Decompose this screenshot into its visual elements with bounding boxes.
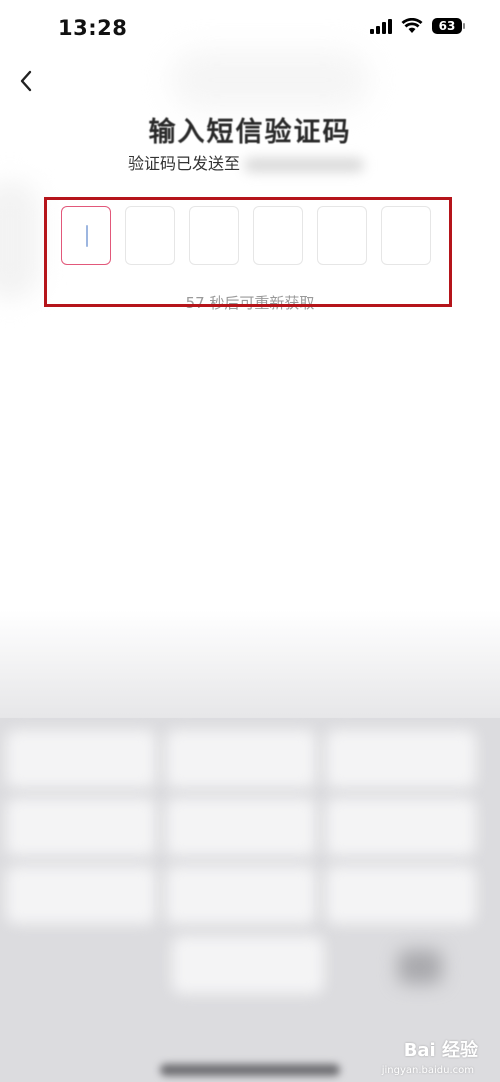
watermark-logo: Bai 经验 xyxy=(403,1040,478,1061)
blurred-overlay xyxy=(0,180,40,300)
numeric-keyboard: Bai 经验 jingyan.baidu.com xyxy=(0,718,500,1082)
key[interactable] xyxy=(6,730,156,788)
key[interactable] xyxy=(6,798,156,856)
redacted-phone-number xyxy=(244,157,365,172)
page-title: 输入短信验证码 xyxy=(148,117,352,148)
subtitle-text: 验证码已发送至 xyxy=(128,154,241,173)
keyboard-fade xyxy=(0,610,500,720)
chevron-left-icon xyxy=(20,70,32,92)
highlight-annotation xyxy=(44,197,452,307)
key[interactable] xyxy=(166,798,316,856)
keyboard-row-2 xyxy=(6,798,476,856)
keyboard-row-1 xyxy=(6,730,476,788)
key[interactable] xyxy=(326,798,476,856)
status-icons: 63 xyxy=(370,18,465,34)
key[interactable] xyxy=(6,866,156,924)
key[interactable] xyxy=(326,730,476,788)
battery-icon: 63 xyxy=(432,18,465,34)
wifi-icon xyxy=(401,18,423,33)
key[interactable] xyxy=(172,936,324,994)
key[interactable] xyxy=(166,730,316,788)
home-indicator xyxy=(160,1064,340,1076)
subtitle: 验证码已发送至 xyxy=(128,150,365,174)
key[interactable] xyxy=(326,866,476,924)
key[interactable] xyxy=(166,866,316,924)
keyboard-row-3 xyxy=(6,866,476,924)
blurred-overlay xyxy=(170,50,370,110)
delete-key[interactable] xyxy=(398,950,442,984)
watermark-url: jingyan.baidu.com xyxy=(381,1065,474,1076)
status-time: 13:28 xyxy=(58,16,128,40)
back-button[interactable] xyxy=(12,64,42,98)
cellular-signal-icon xyxy=(370,18,392,34)
